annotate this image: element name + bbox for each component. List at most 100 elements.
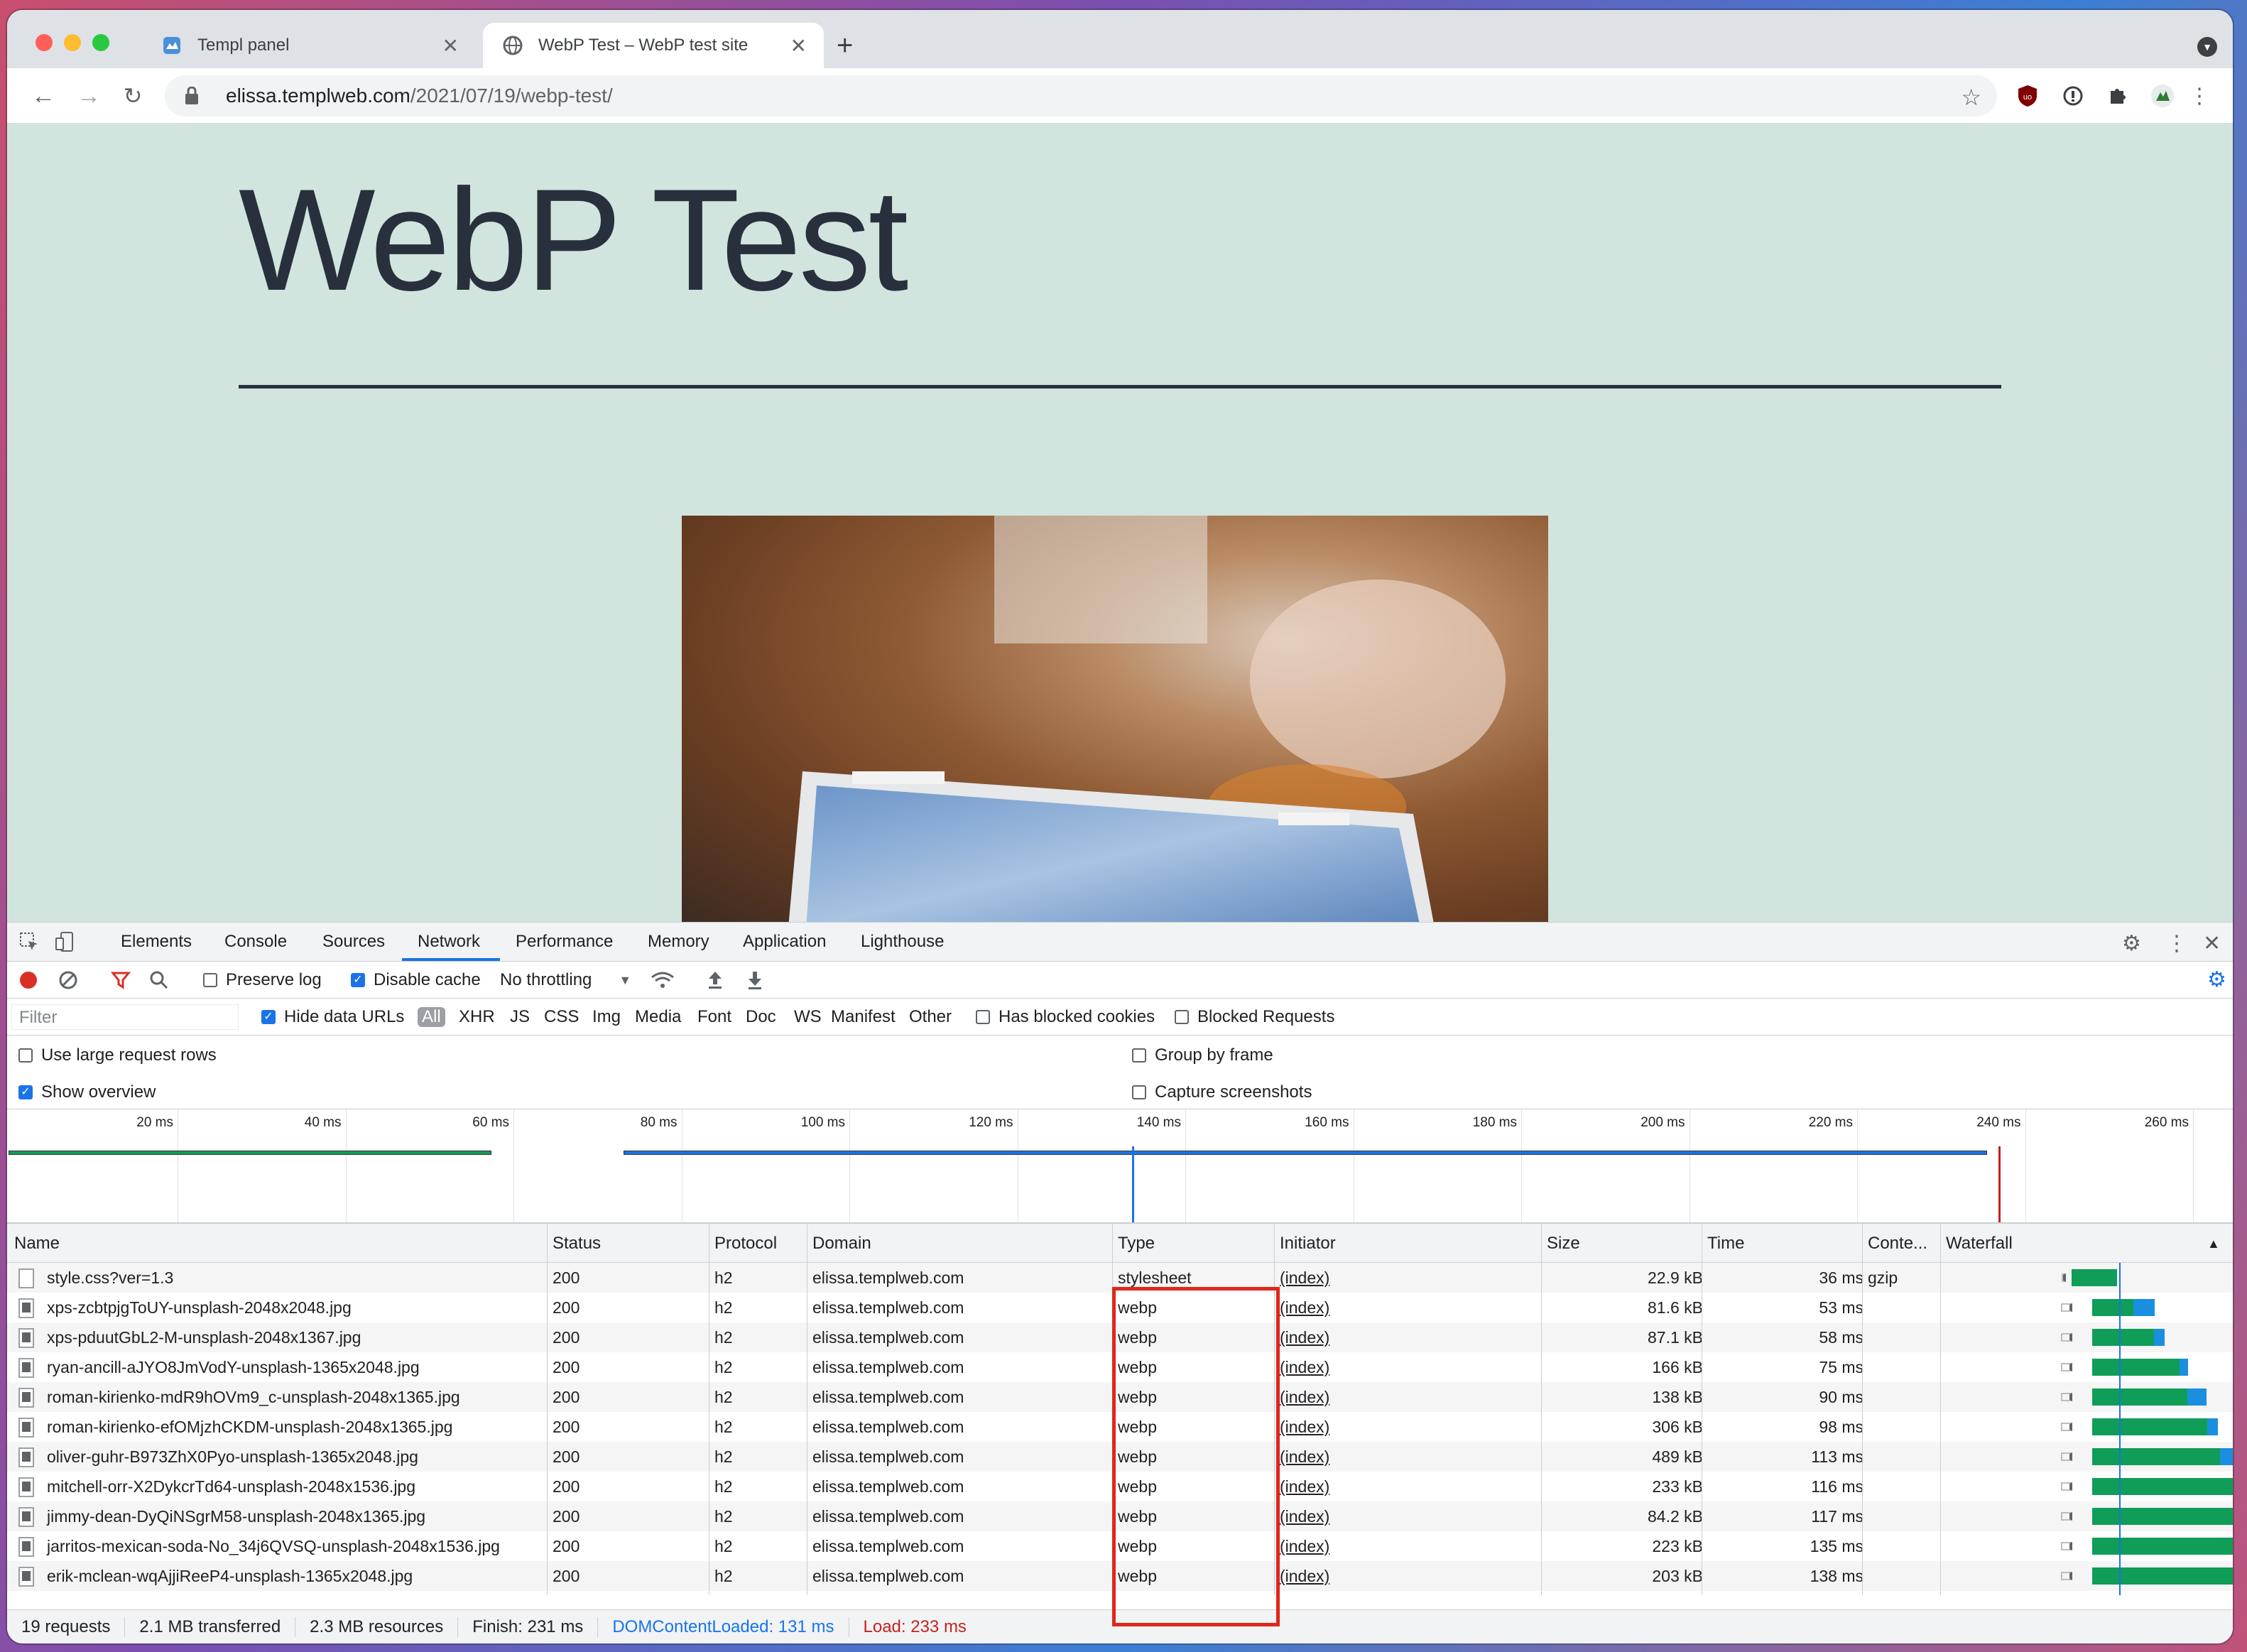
filter-type-all[interactable]: All [418, 1007, 445, 1027]
bookmark-star-icon[interactable]: ☆ [1961, 84, 1981, 111]
overview-tick-label: 100 ms [800, 1115, 845, 1130]
close-tab-icon[interactable]: ✕ [790, 34, 807, 58]
cell-initiator[interactable]: (index) [1280, 1418, 1329, 1437]
filter-type-other[interactable]: Other [909, 1007, 952, 1027]
cell-protocol: h2 [714, 1418, 733, 1436]
cell-initiator[interactable]: (index) [1280, 1298, 1329, 1317]
extensions-puzzle-icon[interactable] [2102, 81, 2132, 111]
filter-type-doc[interactable]: Doc [746, 1007, 776, 1027]
tab-console[interactable]: Console [224, 932, 287, 952]
blocked-requests-checkbox[interactable]: Blocked Requests [1175, 1007, 1334, 1027]
disable-cache-checkbox[interactable]: ✓ Disable cache [351, 970, 481, 990]
col-domain[interactable]: Domain [812, 1234, 871, 1254]
profile-avatar[interactable] [2148, 81, 2177, 111]
col-name[interactable]: Name [14, 1234, 60, 1254]
col-size[interactable]: Size [1547, 1234, 1580, 1254]
col-content-encoding[interactable]: Conte... [1868, 1234, 1927, 1254]
cell-size: 87.1 kB [1648, 1328, 1703, 1347]
col-status[interactable]: Status [553, 1234, 601, 1254]
hide-data-urls-checkbox[interactable]: ✓ Hide data URLs [261, 1007, 404, 1027]
network-settings-gear-icon[interactable]: ⚙ [2207, 967, 2226, 992]
close-window-button[interactable] [36, 34, 53, 51]
ublock-icon[interactable]: uo [2013, 81, 2042, 111]
clear-icon[interactable] [58, 970, 78, 990]
device-toolbar-icon[interactable] [54, 931, 75, 958]
cell-initiator[interactable]: (index) [1280, 1567, 1329, 1586]
filter-input[interactable]: Filter [11, 1004, 239, 1030]
filter-funnel-icon[interactable] [111, 970, 131, 990]
sort-ascending-icon[interactable]: ▲ [2207, 1237, 2220, 1251]
capture-screenshots-checkbox[interactable]: Capture screenshots [1132, 1082, 1312, 1102]
tab-application[interactable]: Application [743, 932, 826, 952]
tab-network[interactable]: Network [418, 932, 480, 952]
cell-size: 233 kB [1652, 1477, 1703, 1496]
devtools-menu-icon[interactable]: ⋮ [2166, 931, 2187, 956]
tab-lighthouse[interactable]: Lighthouse [861, 932, 944, 952]
browser-menu-icon[interactable]: ⋮ [2185, 81, 2214, 111]
throttling-select[interactable]: No throttling ▼ [500, 970, 631, 990]
close-devtools-icon[interactable]: ✕ [2203, 931, 2221, 956]
forward-icon[interactable]: → [74, 81, 104, 111]
filter-type-js[interactable]: JS [510, 1007, 530, 1027]
address-bar[interactable]: elissa.templweb.com/2021/07/19/webp-test… [165, 75, 1997, 116]
filter-type-css[interactable]: CSS [544, 1007, 579, 1027]
image-file-icon [18, 1298, 34, 1318]
cell-initiator[interactable]: (index) [1280, 1268, 1329, 1288]
minimize-window-button[interactable] [64, 34, 81, 51]
cell-initiator[interactable]: (index) [1280, 1507, 1329, 1526]
checkbox-box [1175, 1010, 1189, 1024]
info-extension-icon[interactable] [2058, 81, 2088, 111]
import-har-icon[interactable] [706, 970, 724, 990]
tab-performance[interactable]: Performance [516, 932, 613, 952]
tab-elements[interactable]: Elements [121, 932, 192, 952]
col-initiator[interactable]: Initiator [1280, 1234, 1336, 1254]
network-conditions-wifi-icon[interactable] [651, 970, 675, 990]
settings-gear-icon[interactable]: ⚙ [2122, 931, 2141, 956]
cell-initiator[interactable]: (index) [1280, 1447, 1329, 1467]
col-time[interactable]: Time [1707, 1234, 1744, 1254]
column-divider[interactable] [1940, 1223, 1941, 1595]
large-rows-checkbox[interactable]: Use large request rows [18, 1045, 217, 1065]
filter-type-img[interactable]: Img [592, 1007, 621, 1027]
cell-initiator[interactable]: (index) [1280, 1388, 1329, 1407]
export-har-icon[interactable] [746, 970, 764, 990]
reload-icon[interactable]: ↻ [118, 81, 148, 111]
col-protocol[interactable]: Protocol [714, 1234, 777, 1254]
cell-name: oliver-guhr-B973ZhX0Pyo-unsplash-1365x20… [47, 1447, 418, 1466]
has-blocked-cookies-checkbox[interactable]: Has blocked cookies [976, 1007, 1155, 1027]
zoom-window-button[interactable] [92, 34, 109, 51]
tab-search-icon[interactable]: ▼ [2197, 37, 2217, 57]
dom-content-loaded-marker [1132, 1146, 1134, 1222]
search-icon[interactable] [149, 970, 169, 990]
tab-webp-test[interactable]: WebP Test – WebP test site ✕ [483, 23, 824, 68]
show-overview-checkbox[interactable]: ✓ Show overview [18, 1082, 156, 1102]
back-icon[interactable]: ← [28, 81, 58, 111]
filter-type-ws[interactable]: WS [794, 1007, 822, 1027]
record-icon[interactable] [18, 970, 38, 990]
column-divider[interactable] [1541, 1223, 1542, 1595]
col-waterfall[interactable]: Waterfall [1946, 1234, 2013, 1254]
cell-initiator[interactable]: (index) [1280, 1328, 1329, 1347]
new-tab-icon[interactable]: + [837, 31, 853, 60]
cell-initiator[interactable]: (index) [1280, 1537, 1329, 1556]
filter-type-media[interactable]: Media [635, 1007, 681, 1027]
cell-size: 22.9 kB [1648, 1268, 1703, 1287]
inspect-element-icon[interactable] [18, 931, 40, 958]
show-overview-label: Show overview [41, 1082, 156, 1102]
group-by-frame-checkbox[interactable]: Group by frame [1132, 1045, 1273, 1065]
tab-templ-panel[interactable]: Templ panel ✕ [142, 23, 476, 68]
tab-sources[interactable]: Sources [322, 932, 385, 952]
close-tab-icon[interactable]: ✕ [442, 34, 459, 58]
column-divider[interactable] [1862, 1223, 1863, 1595]
column-divider[interactable] [547, 1223, 548, 1595]
preserve-log-checkbox[interactable]: Preserve log [203, 970, 322, 990]
filter-type-font[interactable]: Font [697, 1007, 731, 1027]
filter-type-manifest[interactable]: Manifest [831, 1007, 896, 1027]
tab-memory[interactable]: Memory [648, 932, 709, 952]
cell-initiator[interactable]: (index) [1280, 1358, 1329, 1377]
waterfall-queueing [2061, 1393, 2072, 1401]
cell-initiator[interactable]: (index) [1280, 1477, 1329, 1496]
network-overview-timeline[interactable]: 20 ms 40 ms 60 ms 80 ms 100 ms 120 ms 140 ms 16… [7, 1109, 2233, 1223]
col-type[interactable]: Type [1118, 1234, 1155, 1254]
filter-type-xhr[interactable]: XHR [459, 1007, 495, 1027]
